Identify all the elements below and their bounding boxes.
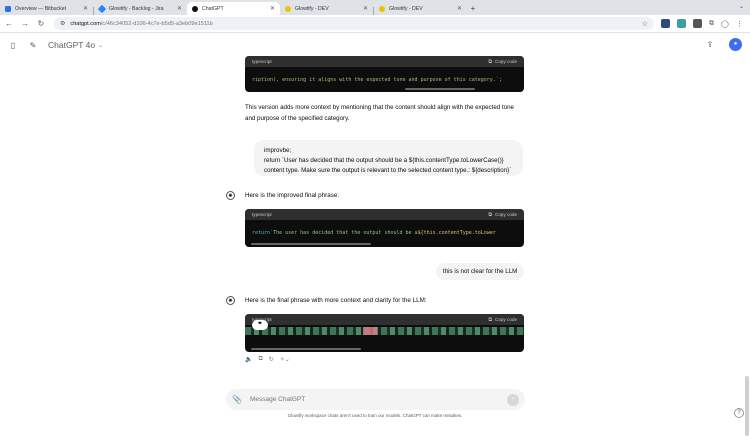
extension-icon[interactable] [693,19,702,28]
browser-tabstrip: Overview — Bitbucket ✕ Glowtify - Backlo… [0,0,750,15]
back-icon[interactable]: ← [2,17,16,31]
copy-code-label: Copy code [495,317,517,322]
chevron-down-icon[interactable]: ⌄ [739,3,744,10]
copy-code-button[interactable]: ⧉ Copy code [488,59,517,65]
user-message: this is not clear for the LLM [436,263,525,280]
regenerate-icon[interactable]: ↻ [269,356,274,363]
code-scrollbar[interactable] [251,348,361,350]
chat-header: ▯ ✎ ChatGPT 4o ⌄ ⇪ ● [0,34,750,56]
new-chat-icon[interactable]: ✎ [26,38,40,52]
copy-icon[interactable]: ⧉ [258,356,262,363]
scroll-thumb[interactable] [745,376,749,436]
code-header: typescript ⧉ Copy code [245,56,524,67]
assistant-text: Here is the final phrase with more conte… [245,297,427,304]
browser-toolbar: ← → ↻ ⚙ chatgpt.com/c/46c34052-d106-4c7e… [0,15,750,33]
help-icon[interactable]: ? [734,408,744,418]
share-icon[interactable]: ⇪ [703,37,717,51]
chevron-down-icon[interactable]: ⌄ [98,42,103,49]
code-block: typescript ⧉ Copy code ription), ensurin… [245,56,524,92]
code-interpolation: ${this.contentType.toLower [417,229,496,236]
glowtify-icon [285,5,291,12]
tab-glowtify-dev-2[interactable]: Glowtify - DEV ✕ [374,2,467,15]
close-icon[interactable]: ✕ [270,5,275,12]
disclaimer: Glowtify workspace chats aren't used to … [287,413,463,418]
user-message-line: content type. Make sure the output is re… [264,167,512,174]
code-string: `The user has decided that the output sh… [270,229,418,236]
reload-icon[interactable]: ↻ [34,17,48,31]
message-actions: 🔈 ⧉ ↻ ✧⌄ [245,356,296,363]
url-host: chatgpt.com [70,20,101,27]
tab-bitbucket[interactable]: Overview — Bitbucket ✕ [0,2,93,15]
tab-title: ChatGPT [202,5,224,12]
chatgpt-icon: ✺ [226,191,235,200]
tab-title: Glowtify - DEV [295,5,329,12]
chatgpt-icon [192,5,198,12]
address-bar[interactable]: ⚙ chatgpt.com/c/46c34052-d106-4c7e-b5d5-… [54,17,654,30]
code-block: typescript ⧉ Copy code [245,314,524,352]
user-message: improvbe; return `User has decided that … [254,140,523,176]
tab-chatgpt[interactable]: ChatGPT ✕ [187,2,280,15]
forward-icon[interactable]: → [18,17,32,31]
copy-icon: ⧉ [488,316,493,323]
tab-title: Glowtify - DEV [389,5,423,12]
copy-code-label: Copy code [495,212,517,217]
model-switch-icon[interactable]: ✧⌄ [280,356,290,363]
close-icon[interactable]: ✕ [177,5,182,12]
user-message-line: return `User has decided that the output… [264,157,504,164]
close-icon[interactable]: ✕ [363,5,368,12]
composer: 📎 ↑ [226,389,525,410]
model-selector[interactable]: ChatGPT 4o [48,40,95,50]
code-header: typescript ⧉ Copy code [245,314,524,325]
tab-glowtify-dev[interactable]: Glowtify - DEV ✕ [280,2,373,15]
tab-title: Overview — Bitbucket [15,5,67,12]
code-header: typescript ⧉ Copy code [245,209,524,220]
assistant-message: ✺ Here is the final phrase with more con… [226,296,427,305]
code-line: return `The user has decided that the ou… [245,220,524,245]
site-info-icon[interactable]: ⚙ [60,20,65,27]
copy-code-button[interactable]: ⧉ Copy code [488,212,517,218]
read-aloud-icon[interactable]: 🔈 [245,356,252,363]
jira-icon [97,4,107,13]
quote-icon[interactable]: ❞ [252,320,268,330]
conversation: typescript ⧉ Copy code ription), ensurin… [0,56,740,386]
code-block: typescript ⧉ Copy code return `The user … [245,209,524,247]
attach-icon[interactable]: 📎 [232,395,242,404]
send-button[interactable]: ↑ [507,393,519,406]
code-scrollbar[interactable] [405,88,475,90]
chatgpt-icon: ✺ [226,296,235,305]
assistant-paragraph: This version adds more context by mentio… [245,104,514,122]
sidebar-toggle-icon[interactable]: ▯ [6,38,20,52]
extension-icon[interactable] [661,19,670,28]
copy-code-button[interactable]: ⧉ Copy code [488,317,517,323]
extension-icon[interactable] [677,19,686,28]
page-scrollbar[interactable] [744,56,749,436]
tab-title: Glowtify - Backlog - Jira [109,5,164,12]
code-line: ription), ensuring it aligns with the ex… [252,76,502,83]
copy-icon: ⧉ [488,211,493,218]
copy-code-label: Copy code [495,59,517,64]
avatar[interactable]: ● [729,37,742,51]
close-icon[interactable]: ✕ [83,5,88,12]
profile-icon[interactable]: ◯ [721,20,729,28]
close-icon[interactable]: ✕ [457,5,462,12]
assistant-message: ✺ Here is the improved final phrase: [226,191,339,200]
message-input[interactable] [249,396,507,403]
code-keyword: return [252,229,271,236]
bitbucket-icon [5,5,11,12]
code-language: typescript [252,59,272,64]
tab-jira[interactable]: Glowtify - Backlog - Jira ✕ [94,2,187,15]
copy-icon: ⧉ [488,58,493,65]
url-path: /c/46c34052-d106-4c7e-b5d5-a3eb09e1511b [100,20,213,27]
new-tab-button[interactable]: + [467,2,479,15]
code-language: typescript [252,212,272,217]
puzzle-icon[interactable]: ⧉ [709,20,714,28]
assistant-text: Here is the improved final phrase: [245,192,340,199]
code-highlight [363,327,377,335]
code-line [245,327,524,335]
glowtify-icon [379,5,385,12]
bookmark-star-icon[interactable]: ☆ [642,20,648,28]
code-scrollbar[interactable] [251,243,371,245]
user-message-line: improvbe; [264,147,292,154]
more-icon[interactable]: ⋮ [736,20,743,28]
